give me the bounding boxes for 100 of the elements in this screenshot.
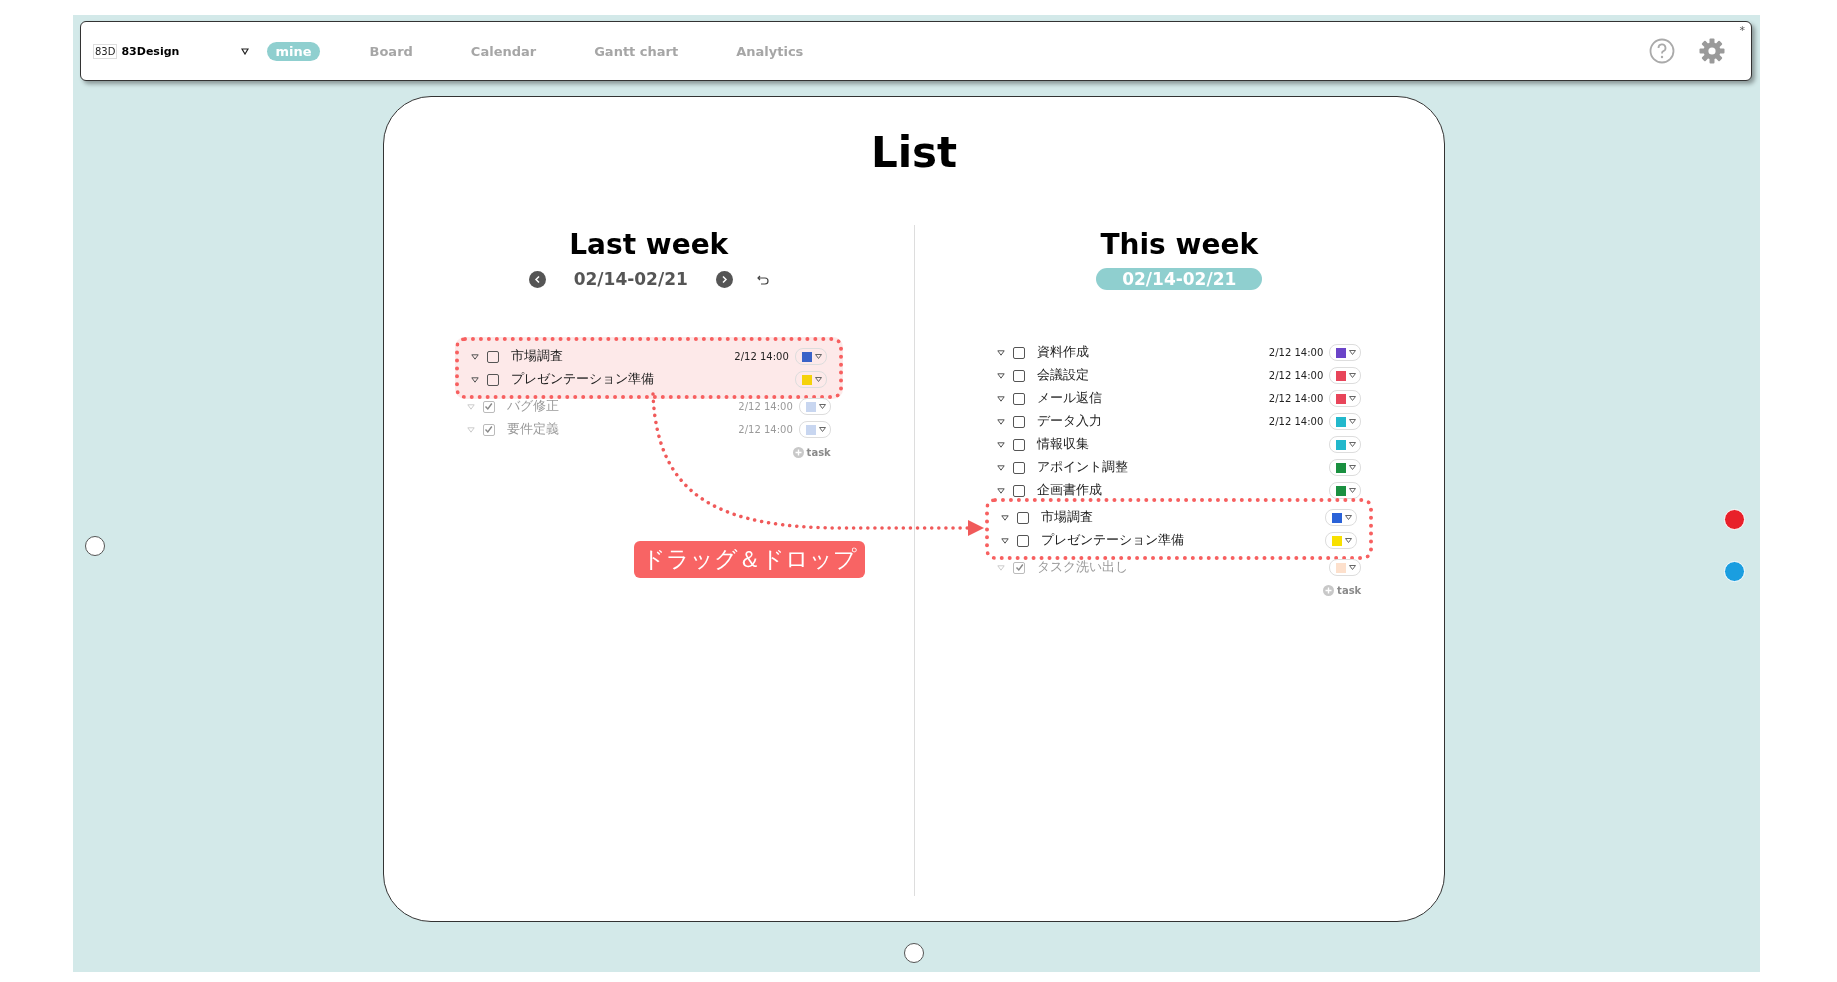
date-range-badge: 02/14-02/21 (1096, 268, 1263, 290)
previous-week-icon[interactable] (528, 270, 546, 288)
task-due-date: 2/12 14:00 (734, 351, 789, 362)
color-picker[interactable] (1329, 459, 1362, 476)
workspace-name: 83Design (121, 44, 181, 58)
expand-caret-icon[interactable] (997, 464, 1006, 471)
task-name: 市場調査 (510, 348, 564, 365)
task-name: 企画書作成 (1037, 482, 1104, 499)
task-checkbox[interactable] (486, 350, 499, 363)
task-checkbox[interactable] (1013, 438, 1026, 451)
color-picker[interactable] (798, 421, 831, 438)
expand-caret-icon[interactable] (997, 441, 1006, 448)
task-checkbox[interactable] (482, 423, 495, 436)
task-checkbox[interactable] (486, 373, 499, 386)
task-name: 資料作成 (1037, 344, 1091, 361)
resize-handle[interactable] (904, 943, 924, 963)
task-due-date: 2/12 14:00 (1268, 416, 1324, 427)
page-title: List (870, 127, 958, 179)
caret-icon (1349, 419, 1357, 424)
color-picker[interactable] (1329, 413, 1362, 430)
nav-tab[interactable]: Analytics (728, 41, 812, 61)
caret-icon (1349, 442, 1357, 447)
nav-tab[interactable]: mine (267, 41, 320, 61)
task-checkbox[interactable] (1013, 415, 1026, 428)
task-name: タスク洗い出し (1037, 559, 1130, 576)
plus-icon (1323, 585, 1335, 596)
color-picker[interactable] (794, 371, 827, 388)
color-dot[interactable] (1724, 509, 1745, 530)
color-picker[interactable] (1329, 344, 1362, 361)
task-checkbox[interactable] (1013, 346, 1026, 359)
color-picker[interactable] (1329, 559, 1362, 576)
task-checkbox[interactable] (1017, 511, 1030, 524)
date-range: 02/14-02/21 (573, 269, 688, 289)
caret-icon (814, 377, 822, 382)
add-task-button[interactable]: task (1323, 585, 1362, 596)
column-title: Last week (569, 227, 729, 263)
color-picker[interactable] (1329, 482, 1362, 499)
task-name: 要件定義 (506, 421, 560, 438)
nav-tab[interactable]: Board (361, 41, 421, 61)
next-week-icon[interactable] (715, 270, 733, 288)
expand-caret-icon[interactable] (470, 376, 479, 383)
task-name: プレゼンテーション準備 (1041, 532, 1186, 549)
expand-caret-icon[interactable] (997, 418, 1006, 425)
caret-icon (814, 354, 822, 359)
task-due-date: 2/12 14:00 (738, 401, 793, 412)
caret-icon (1349, 350, 1357, 355)
expand-caret-icon[interactable] (997, 395, 1006, 402)
expand-caret-icon[interactable] (997, 349, 1006, 356)
expand-caret-icon[interactable] (470, 353, 479, 360)
expand-caret-icon[interactable] (1001, 514, 1010, 521)
color-picker[interactable] (1329, 436, 1362, 453)
nav-tab[interactable]: Calendar (462, 41, 545, 61)
task-due-date: 2/12 14:00 (738, 424, 793, 435)
drag-and-drop-label: ドラッグ＆ドロップ (634, 541, 865, 578)
color-picker[interactable] (1329, 390, 1362, 407)
task-name: 市場調査 (1041, 509, 1095, 526)
caret-icon (1349, 565, 1357, 570)
resize-handle[interactable] (85, 536, 105, 556)
color-picker[interactable] (1325, 532, 1358, 549)
color-picker[interactable] (1325, 509, 1358, 526)
task-name: 情報収集 (1037, 436, 1091, 453)
task-name: アポイント調整 (1037, 459, 1130, 476)
color-dot[interactable] (1724, 561, 1745, 582)
color-picker[interactable] (794, 348, 827, 365)
task-name: プレゼンテーション準備 (510, 371, 655, 388)
caret-icon (1349, 373, 1357, 378)
corner-mark: * (1739, 24, 1745, 37)
task-name: バグ修正 (506, 398, 560, 415)
task-due-date: 2/12 14:00 (1268, 370, 1324, 381)
task-name: データ入力 (1037, 413, 1104, 430)
task-due-date: 2/12 14:00 (1268, 347, 1324, 358)
caret-icon (1349, 488, 1357, 493)
task-checkbox[interactable] (1017, 534, 1030, 547)
expand-caret-icon[interactable] (1001, 537, 1010, 544)
expand-caret-icon[interactable] (997, 487, 1006, 494)
caret-icon (1345, 538, 1353, 543)
task-checkbox[interactable] (1013, 369, 1026, 382)
task-checkbox[interactable] (1013, 484, 1026, 497)
settings-icon[interactable] (1699, 38, 1725, 64)
task-checkbox[interactable] (482, 400, 495, 413)
plus-icon (792, 447, 804, 458)
caret-icon (1345, 515, 1353, 520)
caret-icon (1349, 465, 1357, 470)
color-picker[interactable] (798, 398, 831, 415)
expand-caret-icon[interactable] (997, 372, 1006, 379)
task-name: 会議設定 (1037, 367, 1091, 384)
task-due-date: 2/12 14:00 (1268, 393, 1324, 404)
dropdown-caret-icon[interactable] (241, 47, 250, 55)
task-checkbox[interactable] (1013, 461, 1026, 474)
caret-icon (1349, 396, 1357, 401)
nav-tab[interactable]: Gantt chart (586, 41, 687, 61)
add-task-button[interactable]: task (792, 447, 831, 458)
undo-icon[interactable] (756, 273, 769, 285)
logo: 83D (93, 43, 118, 59)
task-checkbox[interactable] (1013, 392, 1026, 405)
task-checkbox[interactable] (1013, 561, 1026, 574)
task-name: メール返信 (1037, 390, 1104, 407)
column-title: This week (1100, 227, 1258, 263)
color-picker[interactable] (1329, 367, 1362, 384)
caret-icon (818, 427, 826, 432)
